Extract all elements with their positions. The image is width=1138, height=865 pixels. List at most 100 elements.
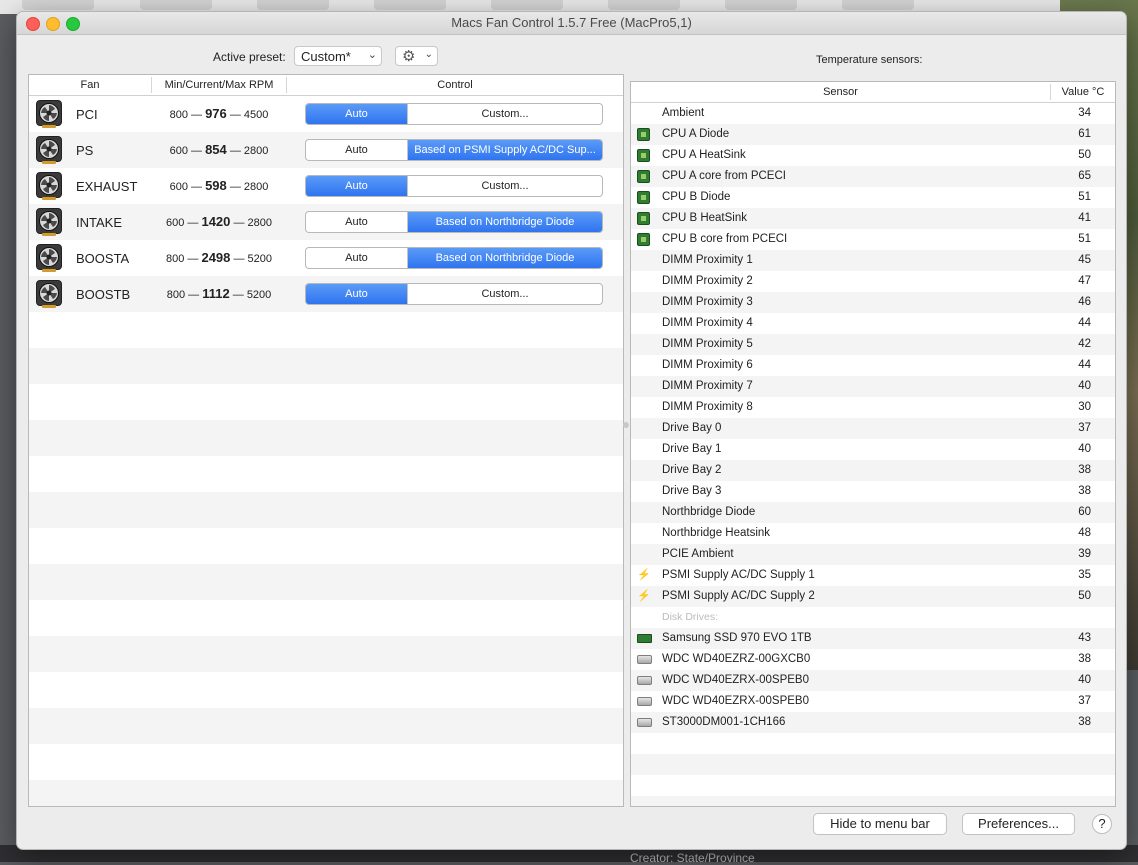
active-preset-label: Active preset: [213,50,286,64]
row-stripe [29,384,623,420]
sensor-name: CPU B core from PCECI [662,233,788,245]
help-button[interactable]: ? [1092,814,1112,834]
fan-rpm: 800 — 1112 — 5200 [157,286,281,301]
rpm-separator: — [229,109,241,121]
sensor-row[interactable]: Drive Bay 1 40 [631,439,1115,460]
fan-control-segmented[interactable]: Auto Based on Northbridge Diode [305,211,603,233]
sensor-row[interactable]: CPU A Diode 61 [631,124,1115,145]
fan-control-segmented[interactable]: Auto Custom... [305,103,603,125]
sensor-row[interactable]: Ambient 34 [631,103,1115,124]
sensor-row[interactable]: WDC WD40EZRZ-00GXCB0 38 [631,649,1115,670]
sensor-row[interactable]: WDC WD40EZRX-00SPEB0 37 [631,691,1115,712]
column-header-rpm[interactable]: Min/Current/Max RPM [152,79,286,91]
auto-button[interactable]: Auto [306,140,408,160]
custom-button[interactable]: Custom... [408,104,602,124]
row-stripe [29,456,623,492]
sensor-row[interactable]: CPU A core from PCECI 65 [631,166,1115,187]
sensor-based-button[interactable]: Based on Northbridge Diode [408,248,602,268]
rpm-max: 2800 [247,217,272,229]
background-tab [491,0,563,10]
fan-icon-base [42,305,56,308]
sensor-row[interactable]: DIMM Proximity 5 42 [631,334,1115,355]
sensor-row[interactable]: CPU A HeatSink 50 [631,145,1115,166]
sensor-row[interactable]: DIMM Proximity 6 44 [631,355,1115,376]
preferences-button[interactable]: Preferences... [962,813,1075,835]
fan-name: PS [76,143,94,158]
fan-icon [36,244,62,272]
rpm-separator: — [191,109,203,121]
custom-button[interactable]: Custom... [408,284,602,304]
title-bar[interactable]: Macs Fan Control 1.5.7 Free (MacPro5,1) [17,12,1126,35]
fan-icon-base [42,161,56,164]
sensor-value: 61 [1078,128,1091,140]
hard-drive-icon [637,655,652,664]
fan-row[interactable]: PCI 800 — 976 — 4500 Auto Custom... [29,96,623,132]
fan-control-segmented[interactable]: Auto Custom... [305,283,603,305]
custom-button[interactable]: Custom... [408,176,602,196]
auto-button[interactable]: Auto [306,212,408,232]
cpu-chip-icon [637,128,650,141]
sensor-row[interactable]: DIMM Proximity 8 30 [631,397,1115,418]
auto-button[interactable]: Auto [306,248,408,268]
rpm-min: 800 [169,109,188,121]
cpu-chip-icon [637,149,650,162]
sensor-value: 38 [1078,464,1091,476]
rpm-min: 600 [169,145,188,157]
sensor-row[interactable]: CPU B HeatSink 41 [631,208,1115,229]
fan-table[interactable]: Fan Min/Current/Max RPM Control PCI 800 —… [28,74,624,807]
cpu-chip-icon [637,191,650,204]
fan-row[interactable]: BOOSTA 800 — 2498 — 5200 Auto Based on Nort… [29,240,623,276]
sensor-name: DIMM Proximity 4 [662,317,753,329]
auto-button[interactable]: Auto [306,176,408,196]
sensor-row[interactable]: Samsung SSD 970 EVO 1TB 43 [631,628,1115,649]
sensor-row[interactable]: DIMM Proximity 4 44 [631,313,1115,334]
fan-control-segmented[interactable]: Auto Custom... [305,175,603,197]
column-header-sensor[interactable]: Sensor [631,86,1050,98]
fan-row[interactable]: PS 600 — 854 — 2800 Auto Based on PSMI Supp… [29,132,623,168]
fan-row[interactable]: BOOSTB 800 — 1112 — 5200 Auto Custom... [29,276,623,312]
fan-control-segmented[interactable]: Auto Based on Northbridge Diode [305,247,603,269]
gear-menu-button[interactable]: ⚙ ⌄ [395,46,438,66]
row-stripe [29,420,623,456]
sensor-row[interactable]: DIMM Proximity 2 47 [631,271,1115,292]
fan-icon [36,100,62,128]
fan-control-segmented[interactable]: Auto Based on PSMI Supply AC/DC Sup... [305,139,603,161]
ssd-icon [637,634,652,643]
sensor-row[interactable]: Drive Bay 2 38 [631,460,1115,481]
sensor-row[interactable]: Northbridge Heatsink 48 [631,523,1115,544]
sensor-name: Ambient [662,107,705,119]
sensor-row[interactable]: CPU B Diode 51 [631,187,1115,208]
column-header-value[interactable]: Value °C [1051,86,1115,98]
sensor-row[interactable]: DIMM Proximity 7 40 [631,376,1115,397]
sensor-row[interactable]: WDC WD40EZRX-00SPEB0 40 [631,670,1115,691]
sensor-row[interactable]: ⚡ PSMI Supply AC/DC Supply 1 35 [631,565,1115,586]
fan-row[interactable]: EXHAUST 600 — 598 — 2800 Auto Custom... [29,168,623,204]
split-view-handle[interactable] [623,422,629,428]
sensor-name: WDC WD40EZRX-00SPEB0 [662,695,809,707]
sensor-row[interactable]: Drive Bay 0 37 [631,418,1115,439]
sensor-row[interactable]: DIMM Proximity 3 46 [631,292,1115,313]
sensor-row[interactable]: Northbridge Diode 60 [631,502,1115,523]
fan-rpm: 800 — 976 — 4500 [157,106,281,121]
column-header-fan[interactable]: Fan [29,79,151,91]
hide-to-menu-bar-button[interactable]: Hide to menu bar [813,813,947,835]
sensor-row[interactable]: CPU B core from PCECI 51 [631,229,1115,250]
fan-icon [36,280,62,308]
sensor-row[interactable]: Drive Bay 3 38 [631,481,1115,502]
row-stripe [29,744,623,780]
sensor-based-button[interactable]: Based on Northbridge Diode [408,212,602,232]
auto-button[interactable]: Auto [306,284,408,304]
sensor-row[interactable]: ST3000DM001-1CH166 38 [631,712,1115,733]
sensor-row[interactable]: DIMM Proximity 1 45 [631,250,1115,271]
sensor-table[interactable]: Sensor Value °C Ambient 34 CPU A Diode 61 CP… [630,81,1116,807]
sensor-row[interactable]: ⚡ PSMI Supply AC/DC Supply 2 50 [631,586,1115,607]
preset-select[interactable]: Custom* ⌄ [294,46,382,66]
column-header-control[interactable]: Control [287,79,623,91]
fan-rpm: 600 — 1420 — 2800 [157,214,281,229]
auto-button[interactable]: Auto [306,104,408,124]
fan-row[interactable]: INTAKE 600 — 1420 — 2800 Auto Based on Nort… [29,204,623,240]
sensor-based-button[interactable]: Based on PSMI Supply AC/DC Sup... [408,140,602,160]
sensor-name: DIMM Proximity 3 [662,296,753,308]
sensor-row[interactable]: PCIE Ambient 39 [631,544,1115,565]
row-stripe [29,600,623,636]
